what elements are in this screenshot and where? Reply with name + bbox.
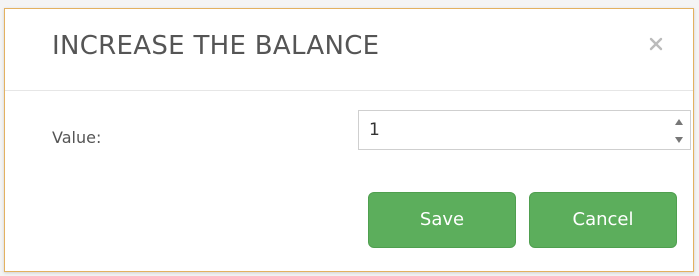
chevron-up-icon[interactable] — [672, 115, 686, 129]
increase-balance-dialog: INCREASE THE BALANCE Value: Save Cancel — [4, 8, 694, 272]
value-input[interactable] — [359, 111, 659, 149]
dialog-title: INCREASE THE BALANCE — [52, 31, 380, 61]
cancel-button[interactable]: Cancel — [529, 192, 677, 248]
value-spinner[interactable] — [672, 115, 686, 145]
close-icon[interactable] — [647, 35, 665, 53]
value-number-field[interactable] — [358, 110, 691, 150]
value-label: Value: — [52, 128, 102, 147]
chevron-down-icon[interactable] — [672, 131, 686, 145]
dialog-header: INCREASE THE BALANCE — [5, 9, 693, 91]
save-button[interactable]: Save — [368, 192, 516, 248]
